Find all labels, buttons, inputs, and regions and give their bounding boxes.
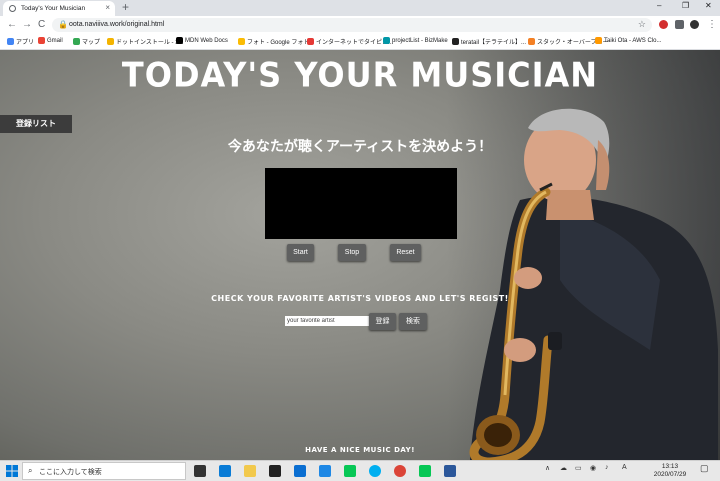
register-button[interactable]: 登録: [369, 313, 396, 330]
bookmark-item[interactable]: Taiki Ota - AWS Clo...: [595, 37, 661, 44]
video-player[interactable]: [265, 168, 457, 239]
taskbar-search[interactable]: ⌕ ここに入力して検索: [22, 462, 186, 480]
bookmark-label: ドットインストール - 3...: [116, 40, 184, 46]
url-text: oota.naviiiva.work/original.html: [69, 21, 165, 28]
minimize-button[interactable]: –: [657, 1, 661, 10]
search-icon: ⌕: [28, 466, 33, 475]
bookmark-favicon-icon: [176, 37, 183, 44]
word-icon[interactable]: [444, 465, 456, 477]
notification-icon[interactable]: ▢: [700, 463, 709, 474]
tray-icon[interactable]: ∧: [545, 464, 550, 472]
bookmarks-bar: アプリ Gmail マップ ドットインストール - 3... MDN Web Docs フ…: [0, 34, 720, 50]
artist-input[interactable]: [285, 316, 369, 326]
bookmark-item[interactable]: MDN Web Docs: [176, 37, 228, 44]
tray-icon[interactable]: ◉: [590, 464, 596, 472]
phone-icon[interactable]: [319, 465, 331, 477]
back-icon[interactable]: ←: [7, 19, 17, 31]
bookmark-label: アプリ: [16, 40, 35, 46]
search-button[interactable]: 検索: [399, 313, 427, 330]
reload-icon[interactable]: C: [38, 19, 45, 31]
regist-heading: CHECK YOUR FAVORITE ARTIST'S VIDEOS AND …: [211, 294, 509, 303]
bookmark-item[interactable]: マップ: [73, 37, 100, 46]
bookmark-label: Gmail: [47, 37, 63, 44]
bookmark-item[interactable]: projectList - BizMake: [383, 37, 448, 44]
bookmark-item[interactable]: フォト - Google フォト: [238, 37, 309, 46]
bookmark-favicon-icon: [107, 38, 114, 45]
line2-icon[interactable]: [419, 465, 431, 477]
address-bar[interactable]: 🔒 oota.naviiiva.work/original.html ☆: [52, 18, 652, 32]
bookmark-label: フォト - Google フォト: [247, 40, 310, 46]
reset-button[interactable]: Reset: [390, 244, 421, 261]
clock-date: 2020/07/29: [653, 471, 687, 478]
bookmark-favicon-icon: [38, 37, 45, 44]
browser-tab[interactable]: Today's Your Musician ×: [3, 1, 115, 16]
puzzle-icon[interactable]: [675, 20, 684, 29]
extension-icon[interactable]: [659, 20, 668, 29]
bookmark-label: MDN Web Docs: [185, 37, 228, 44]
bookmark-label: インターネットでタイピン...: [316, 40, 394, 46]
bookmark-star-icon[interactable]: ☆: [638, 19, 646, 30]
tab-title: Today's Your Musician: [21, 5, 86, 12]
list-button[interactable]: 登録リスト: [0, 115, 72, 133]
chrome-icon[interactable]: [394, 465, 406, 477]
bookmark-item[interactable]: アプリ: [7, 37, 34, 46]
mail-icon[interactable]: [294, 465, 306, 477]
bookmark-item[interactable]: Gmail: [38, 37, 63, 44]
bookmark-favicon-icon: [238, 38, 245, 45]
stop-button[interactable]: Stop: [338, 244, 366, 261]
maximize-button[interactable]: ❐: [682, 1, 689, 10]
new-tab-button[interactable]: +: [122, 1, 129, 14]
skype-icon[interactable]: [369, 465, 381, 477]
bookmark-favicon-icon: [307, 38, 314, 45]
bookmark-label: projectList - BizMake: [392, 37, 448, 44]
close-window-button[interactable]: ✕: [705, 1, 712, 10]
task-view-icon[interactable]: [194, 465, 206, 477]
bookmark-label: マップ: [82, 40, 101, 46]
bookmark-favicon-icon: [595, 37, 602, 44]
bookmark-label: teratail【テラテイル】...: [461, 40, 527, 46]
bookmark-item[interactable]: インターネットでタイピン...: [307, 37, 393, 46]
tray-icon[interactable]: ☁: [560, 464, 567, 472]
bookmark-label: Taiki Ota - AWS Clo...: [604, 37, 662, 44]
windows-taskbar: ⌕ ここに入力して検索 ∧ ☁ ▭ ◉ ♪ A 13:13 2020/07/29 ▢: [0, 460, 720, 481]
page-title: TODAY'S YOUR MUSICIAN: [121, 55, 599, 95]
bookmark-favicon-icon: [528, 38, 535, 45]
windows-start-icon[interactable]: [6, 465, 18, 477]
store-icon[interactable]: [269, 465, 281, 477]
bookmark-favicon-icon: [7, 38, 14, 45]
page-content: TODAY'S YOUR MUSICIAN 登録リスト 今あなたが聴くアーティス…: [0, 50, 720, 460]
search-placeholder: ここに入力して検索: [39, 469, 102, 476]
tray-icon[interactable]: ♪: [605, 464, 609, 471]
browser-toolbar: ← → C 🔒 oota.naviiiva.work/original.html…: [0, 16, 720, 34]
clock-time: 13:13: [661, 463, 679, 470]
taskbar-clock[interactable]: 13:13 2020/07/29: [650, 463, 690, 479]
start-button[interactable]: Start: [287, 244, 314, 261]
bookmark-item[interactable]: teratail【テラテイル】...: [452, 37, 526, 46]
page-subtitle: 今あなたが聴くアーティストを決めよう！: [227, 138, 493, 154]
bookmark-favicon-icon: [73, 38, 80, 45]
browser-titlebar: Today's Your Musician × + – ❐ ✕: [0, 0, 720, 16]
bookmark-favicon-icon: [452, 38, 459, 45]
bookmark-favicon-icon: [383, 37, 390, 44]
forward-icon[interactable]: →: [22, 19, 32, 31]
profile-avatar[interactable]: [690, 20, 699, 29]
line-icon[interactable]: [344, 465, 356, 477]
tray-icon[interactable]: A: [622, 464, 627, 471]
lock-icon: 🔒: [58, 20, 68, 29]
menu-icon[interactable]: ⋮: [707, 19, 717, 31]
footer-message: HAVE A NICE MUSIC DAY!: [305, 446, 415, 454]
tray-icon[interactable]: ▭: [575, 464, 582, 472]
edge-icon[interactable]: [219, 465, 231, 477]
explorer-icon[interactable]: [244, 465, 256, 477]
globe-icon: [9, 5, 16, 12]
bookmark-item[interactable]: ドットインストール - 3...: [107, 37, 184, 46]
tab-close-icon[interactable]: ×: [105, 3, 110, 12]
